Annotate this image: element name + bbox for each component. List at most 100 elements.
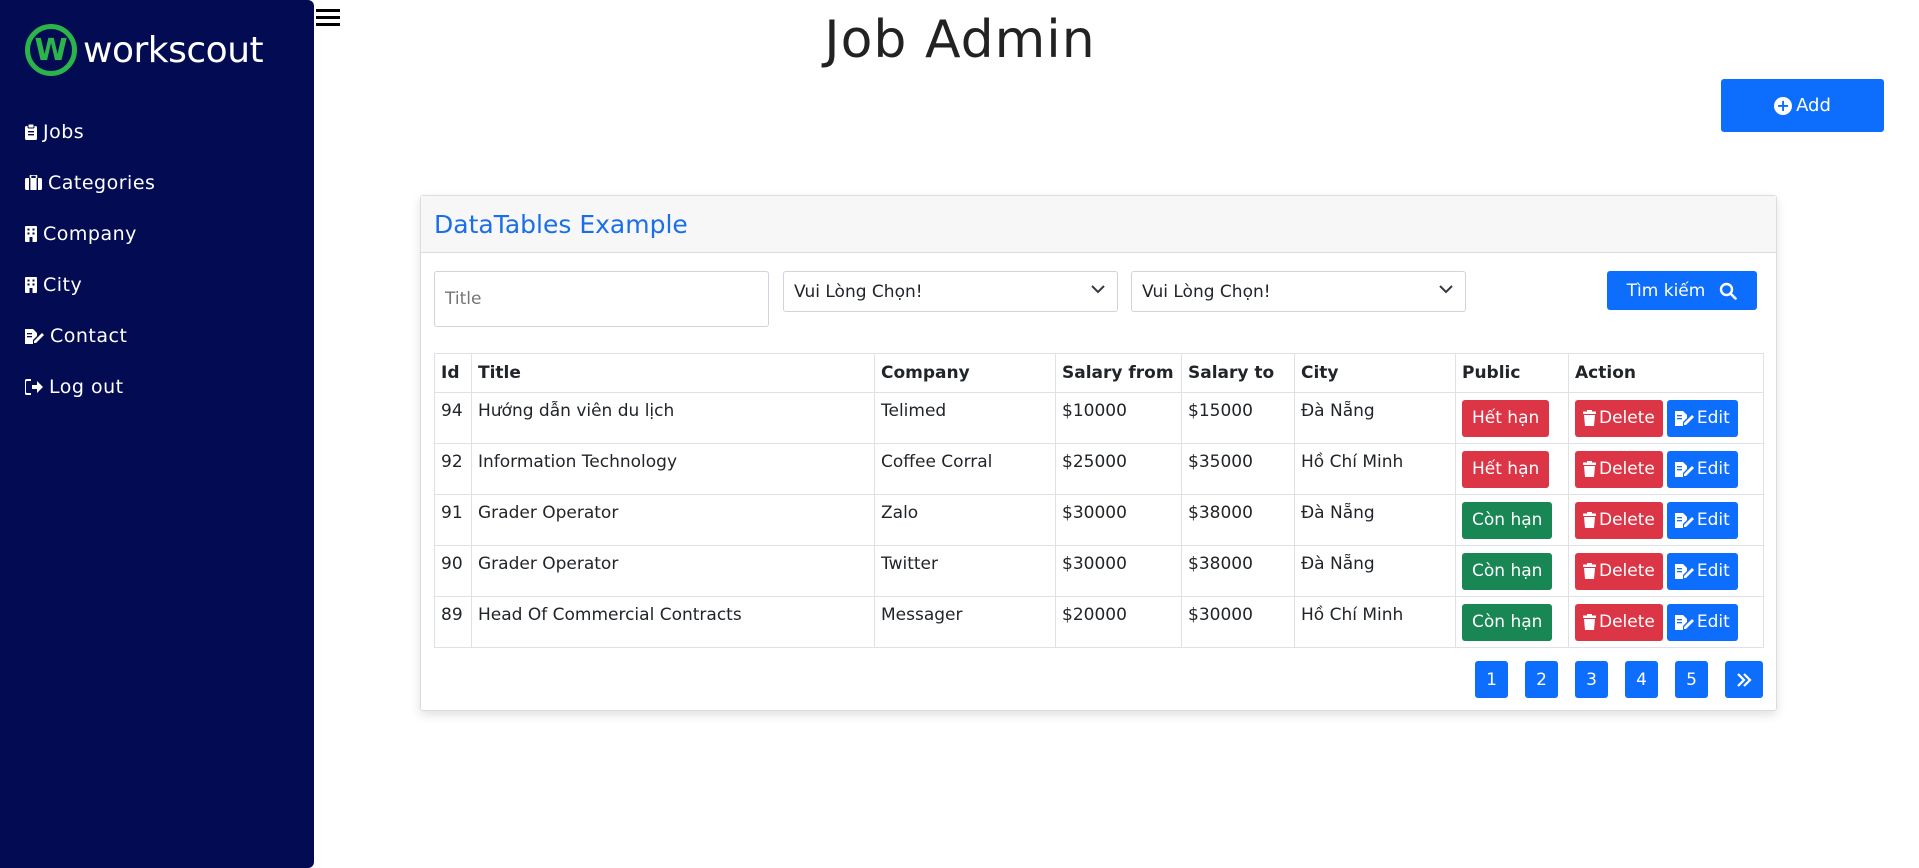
cell-public: Còn hạn [1455,596,1569,648]
delete-button-label: Delete [1599,408,1655,428]
cell-id: 94 [434,392,472,444]
logout-icon [25,378,43,395]
column-header[interactable]: City [1294,353,1456,393]
edit-button-label: Edit [1696,510,1730,530]
sidebar-nav: Jobs Categories Company City Contact Log… [25,106,155,412]
cell-salary-to: $35000 [1181,443,1295,495]
building-icon [25,225,37,242]
search-button[interactable]: Tìm kiếm [1607,271,1757,310]
public-status-button[interactable]: Còn hạn [1462,501,1553,539]
sidebar-item-logout[interactable]: Log out [25,361,155,412]
sidebar-item-jobs[interactable]: Jobs [25,106,155,157]
public-status-button[interactable]: Còn hạn [1462,552,1553,590]
delete-button[interactable]: Delete [1575,603,1663,641]
sidebar-item-label: City [43,273,83,296]
table-row: 92 Information Technology Coffee Corral $25… [434,443,1764,495]
page-button-1[interactable]: 1 [1475,661,1508,698]
cell-title: Head Of Commercial Contracts [471,596,875,648]
edit-icon [1674,411,1694,426]
add-button[interactable]: + Add [1721,79,1884,132]
cell-company: Twitter [874,545,1056,597]
delete-button[interactable]: Delete [1575,450,1663,488]
sidebar-item-company[interactable]: Company [25,208,155,259]
cell-id: 90 [434,545,472,597]
column-header[interactable]: Company [874,353,1056,393]
briefcase-icon [25,175,42,190]
plus-circle-icon: + [1774,96,1793,115]
sidebar: W workscout Jobs Categories Company City… [0,0,314,868]
cell-salary-from: $10000 [1055,392,1182,444]
public-status-button[interactable]: Hết hạn [1462,450,1550,488]
data-table-card: DataTables Example Vui Lòng Chọn! Vui Lò… [420,195,1777,711]
clipboard-icon [25,123,37,140]
delete-button-label: Delete [1599,561,1655,581]
edit-icon [1674,462,1694,477]
sidebar-item-contact[interactable]: Contact [25,310,155,361]
cell-title: Information Technology [471,443,875,495]
filter-select-2[interactable]: Vui Lòng Chọn! [1131,271,1466,312]
cell-salary-from: $30000 [1055,494,1182,546]
column-header[interactable]: Salary from [1055,353,1182,393]
column-header[interactable]: Id [434,353,472,393]
page-button-4[interactable]: 4 [1625,661,1658,698]
edit-button-label: Edit [1696,612,1730,632]
edit-icon [1674,564,1694,579]
delete-button[interactable]: Delete [1575,501,1663,539]
sidebar-item-categories[interactable]: Categories [25,157,155,208]
column-header[interactable]: Salary to [1181,353,1295,393]
double-chevron-right-icon [1737,672,1752,687]
sidebar-item-city[interactable]: City [25,259,155,310]
cell-action: Delete Edit [1568,392,1764,444]
sidebar-item-label: Contact [50,324,128,347]
edit-icon [1674,513,1694,528]
edit-button[interactable]: Edit [1666,450,1738,488]
trash-icon [1583,461,1596,477]
edit-button[interactable]: Edit [1666,399,1738,437]
cell-public: Hết hạn [1455,392,1569,444]
trash-icon [1583,410,1596,426]
logo-text: workscout [83,29,264,71]
public-status-button[interactable]: Hết hạn [1462,399,1550,437]
edit-button[interactable]: Edit [1666,501,1738,539]
pagination: 1 2 3 4 5 [1458,661,1763,698]
edit-icon [25,328,44,344]
table-row: 89 Head Of Commercial Contracts Messager $2… [434,596,1764,648]
logo[interactable]: W workscout [25,24,264,76]
cell-company: Messager [874,596,1056,648]
cell-company: Zalo [874,494,1056,546]
edit-button-label: Edit [1696,408,1730,428]
delete-button-label: Delete [1599,612,1655,632]
cell-salary-to: $15000 [1181,392,1295,444]
delete-button-label: Delete [1599,459,1655,479]
page-button-2[interactable]: 2 [1525,661,1558,698]
cell-city: Đà Nẵng [1294,392,1456,444]
chevron-down-icon [1439,285,1453,294]
cell-salary-to: $38000 [1181,494,1295,546]
edit-button[interactable]: Edit [1666,603,1738,641]
page-button-5[interactable]: 5 [1675,661,1708,698]
page-title: Job Admin [824,10,1096,70]
page-button-3[interactable]: 3 [1575,661,1608,698]
trash-icon [1583,614,1596,630]
delete-button[interactable]: Delete [1575,399,1663,437]
title-filter-input[interactable] [434,271,769,327]
edit-button[interactable]: Edit [1666,552,1738,590]
building-icon [25,276,37,293]
card-title: DataTables Example [421,196,1776,253]
table-row: 90 Grader Operator Twitter $30000 $38000 Đà N… [434,545,1764,597]
filter-select-1[interactable]: Vui Lòng Chọn! [783,271,1118,312]
next-page-button[interactable] [1725,661,1763,698]
cell-action: Delete Edit [1568,545,1764,597]
sidebar-item-label: Log out [49,375,124,398]
cell-id: 92 [434,443,472,495]
column-header[interactable]: Title [471,353,875,393]
public-status-button[interactable]: Còn hạn [1462,603,1553,641]
cell-salary-to: $30000 [1181,596,1295,648]
cell-title: Grader Operator [471,494,875,546]
column-header[interactable]: Public [1455,353,1569,393]
filter-select-2-value: Vui Lòng Chọn! [1142,281,1271,302]
menu-toggle-icon[interactable] [316,6,340,28]
delete-button[interactable]: Delete [1575,552,1663,590]
cell-action: Delete Edit [1568,443,1764,495]
filter-select-1-value: Vui Lòng Chọn! [794,281,923,302]
